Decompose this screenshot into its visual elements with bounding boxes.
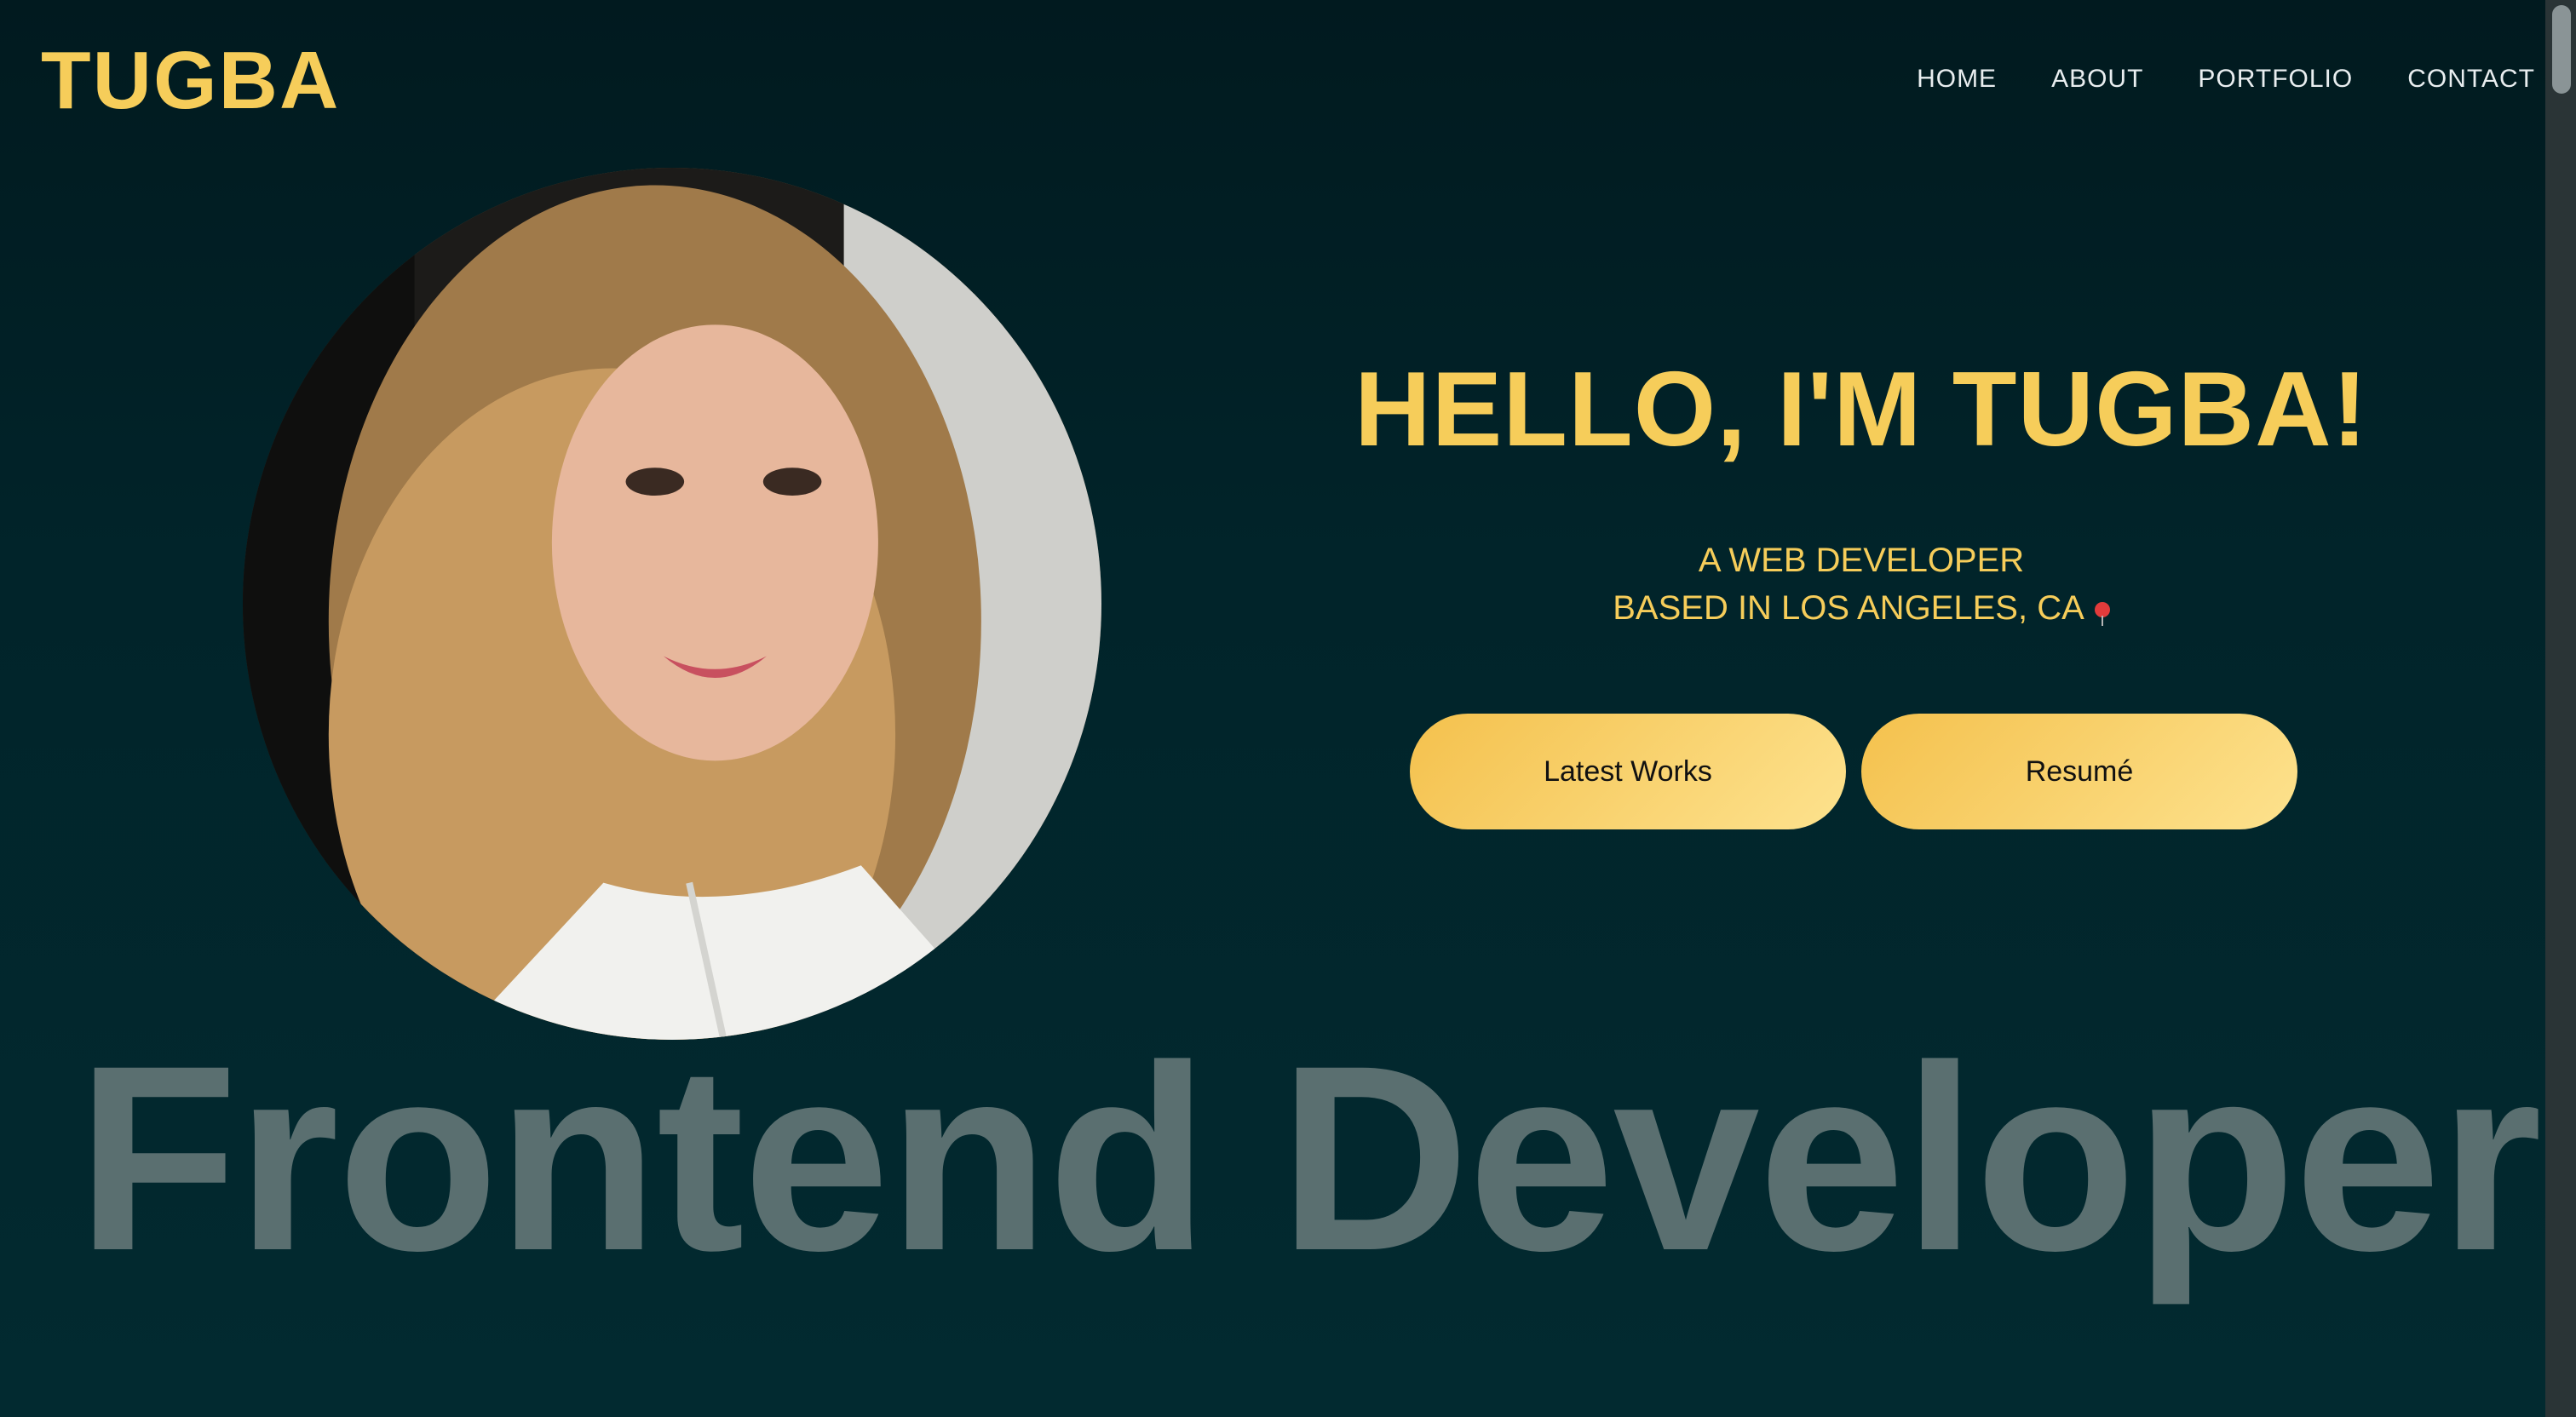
profile-photo (243, 168, 1101, 1040)
scrollbar-track[interactable] (2545, 0, 2576, 1417)
nav-about[interactable]: ABOUT (2051, 65, 2143, 94)
subtitle-line-1: A WEB DEVELOPER (1698, 542, 2025, 579)
hero-buttons: Latest Works Resumé (1410, 714, 2297, 829)
site-logo[interactable]: TUGBA (41, 34, 340, 128)
main-nav: HOME ABOUT PORTFOLIO CONTACT (1917, 65, 2535, 94)
hero-title: HELLO, I'M TUGBA! (1354, 351, 2368, 468)
background-headline: Frontend Developer (77, 1010, 2542, 1305)
nav-contact[interactable]: CONTACT (2407, 65, 2535, 94)
scrollbar-thumb[interactable] (2552, 5, 2571, 94)
nav-portfolio[interactable]: PORTFOLIO (2198, 65, 2353, 94)
resume-button[interactable]: Resumé (1861, 714, 2297, 829)
latest-works-button[interactable]: Latest Works (1410, 714, 1846, 829)
page: TUGBA HOME ABOUT PORTFOLIO CONTACT HELLO… (0, 0, 2576, 1417)
hero-subtitle: A WEB DEVELOPER BASED IN LOS ANGELES, CA (1312, 536, 2411, 632)
map-pin-icon (2094, 602, 2110, 627)
subtitle-location: BASED IN LOS ANGELES, CA (1613, 589, 2084, 627)
nav-home[interactable]: HOME (1917, 65, 1997, 94)
subtitle-line-2: BASED IN LOS ANGELES, CA (1312, 584, 2411, 632)
